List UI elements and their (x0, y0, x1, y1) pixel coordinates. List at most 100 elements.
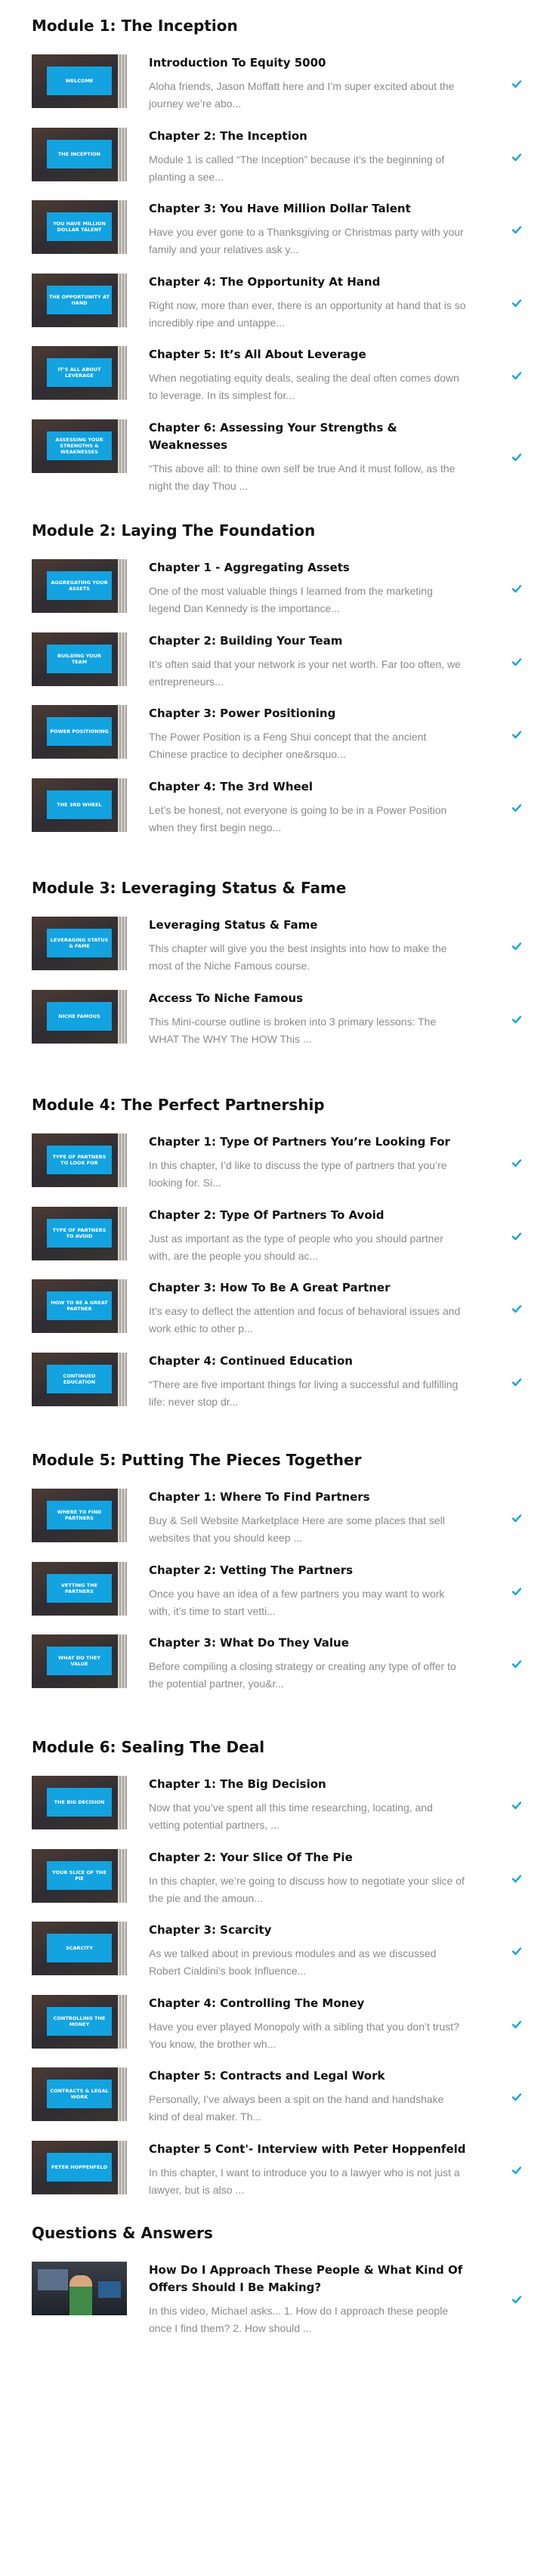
lesson-thumbnail[interactable]: Continued Education (32, 1352, 127, 1406)
lesson-description: Have you ever gone to a Thanksgiving or … (149, 226, 464, 255)
lesson-thumbnail[interactable]: It’s All About Leverage (32, 346, 127, 400)
window-blind (118, 632, 127, 686)
lesson-item[interactable]: How Do I Approach These People & What Ki… (32, 2262, 524, 2334)
check-icon (511, 1586, 522, 1597)
lesson-thumbnail[interactable]: Where To Find Partners (32, 1489, 127, 1542)
thumbnail-title-band: Assessing Your Strengths & Weaknesses (47, 431, 112, 460)
lesson-thumbnail[interactable]: Niche Famous (32, 989, 127, 1044)
lesson-thumbnail[interactable]: Controlling The Money (32, 1994, 127, 2049)
lesson-item[interactable]: Type Of Partners To Look For Chapter 1: T… (32, 1133, 524, 1189)
lesson-title[interactable]: Chapter 5: Contracts and Legal Work (149, 2067, 466, 2085)
thumbnail-title-band: It’s All About Leverage (47, 358, 112, 387)
lesson-item[interactable]: Niche Famous Access To Niche Famous This M… (32, 989, 524, 1045)
lesson-title[interactable]: Chapter 2: The Inception (149, 128, 466, 145)
lesson-item[interactable]: Leveraging Status & Fame Leveraging Statu… (32, 917, 524, 972)
lesson-thumbnail[interactable]: You Have Million Dollar Talent (32, 200, 127, 254)
lesson-thumbnail[interactable]: Power Positioning (32, 705, 127, 759)
lesson-item[interactable]: Assessing Your Strengths & Weaknesses Cha… (32, 419, 524, 492)
thumbnail-title-band: Niche Famous (47, 1001, 112, 1031)
lesson-thumbnail[interactable]: Your Slice Of The Pie (32, 1848, 127, 1903)
module-title: Questions & Answers (32, 2224, 213, 2242)
lesson-item[interactable]: It’s All About Leverage Chapter 5: It’s A… (32, 346, 524, 401)
lesson-item[interactable]: Welcome Introduction To Equity 5000 Aloha … (32, 54, 524, 110)
lesson-title[interactable]: How Do I Approach These People & What Ki… (149, 2262, 466, 2296)
lesson-title[interactable]: Chapter 4: The Opportunity At Hand (149, 274, 466, 291)
lesson-thumbnail[interactable]: Contracts & Legal Work (32, 2067, 127, 2121)
lesson-thumbnail[interactable]: Aggregating Your Assets (32, 559, 127, 613)
lesson-title[interactable]: Chapter 3: What Do They Value (149, 1634, 466, 1652)
lesson-item[interactable]: Your Slice Of The Pie Chapter 2: Your Sli… (32, 1848, 524, 1904)
lesson-title[interactable]: Chapter 3: How To Be A Great Partner (149, 1279, 466, 1297)
lesson-title[interactable]: Chapter 1 - Aggregating Assets (149, 559, 466, 577)
lesson-thumbnail[interactable]: Type Of Partners To Look For (32, 1133, 127, 1187)
lesson-thumbnail[interactable]: Type Of Partners To Avoid (32, 1206, 127, 1260)
lesson-thumbnail[interactable]: The Opportunity At Hand (32, 273, 127, 327)
lesson-title[interactable]: Chapter 2: Building Your Team (149, 632, 466, 650)
lesson-title[interactable]: Chapter 4: Continued Education (149, 1353, 466, 1370)
lesson-item[interactable]: The Opportunity At Hand Chapter 4: The Op… (32, 273, 524, 329)
lesson-item[interactable]: Continued Education Chapter 4: Continued … (32, 1352, 524, 1408)
lesson-title[interactable]: Chapter 1: The Big Decision (149, 1776, 466, 1793)
lesson-item[interactable]: Controlling The Money Chapter 4: Controll… (32, 1994, 524, 2050)
lesson-title[interactable]: Chapter 2: Your Slice Of The Pie (149, 1849, 466, 1866)
lesson-title[interactable]: Chapter 1: Where To Find Partners (149, 1489, 466, 1506)
lesson-thumbnail[interactable]: Building Your Team (32, 632, 127, 686)
thumbnail-title-band: Peter Hoppenfeld (47, 2152, 112, 2182)
thumbnail-title-band: What Do They Value (47, 1647, 112, 1675)
lesson-title[interactable]: Access To Niche Famous (149, 990, 466, 1007)
window-blind (118, 1994, 127, 2049)
lesson-item[interactable]: The 3rd Wheel Chapter 4: The 3rd Wheel Let… (32, 778, 524, 833)
lesson-item[interactable]: Building Your Team Chapter 2: Building Yo… (32, 632, 524, 688)
lesson-title[interactable]: Chapter 3: You Have Million Dollar Talen… (149, 200, 466, 218)
lesson-thumbnail[interactable]: Welcome (32, 54, 127, 108)
window-blind (118, 200, 127, 254)
lesson-title[interactable]: Chapter 5 Cont'- Interview with Peter Ho… (149, 2141, 466, 2158)
thumbnail-title-band: Where To Find Partners (47, 1501, 112, 1529)
check-icon (511, 1231, 522, 1242)
lesson-item[interactable]: Where To Find Partners Chapter 1: Where T… (32, 1489, 524, 1544)
lesson-title[interactable]: Chapter 5: It’s All About Leverage (149, 346, 466, 363)
check-icon (511, 1377, 522, 1387)
lesson-item[interactable]: The Big Decision Chapter 1: The Big Decis… (32, 1776, 524, 1831)
lesson-thumbnail[interactable]: Assessing Your Strengths & Weaknesses (32, 419, 127, 473)
check-icon (511, 802, 522, 813)
module-title: Module 4: The Perfect Partnership (32, 1096, 325, 1114)
lesson-thumbnail[interactable]: What Do They Value (32, 1634, 127, 1688)
lesson-thumbnail[interactable] (32, 2262, 127, 2315)
lesson-title[interactable]: Chapter 3: Scarcity (149, 1922, 466, 1939)
lesson-thumbnail[interactable]: Vetting The Partners (32, 1561, 127, 1616)
lesson-thumbnail[interactable]: Leveraging Status & Fame (32, 917, 127, 970)
lesson-thumbnail[interactable]: How To Be A Great Partner (32, 1279, 127, 1333)
lesson-item[interactable]: The Inception Chapter 2: The Inception Mod… (32, 127, 524, 183)
window-blind (118, 1776, 127, 1829)
lesson-item[interactable]: Aggregating Your Assets Chapter 1 - Aggre… (32, 559, 524, 614)
window-blind (118, 273, 127, 327)
lesson-item[interactable]: What Do They Value Chapter 3: What Do The… (32, 1634, 524, 1690)
lesson-item[interactable]: Vetting The Partners Chapter 2: Vetting T… (32, 1561, 524, 1617)
thumbnail-title-band: The Opportunity At Hand (47, 285, 112, 314)
lesson-title[interactable]: Chapter 2: Type Of Partners To Avoid (149, 1207, 466, 1224)
lesson-description: Now that you’ve spent all this time rese… (149, 1801, 433, 1831)
lesson-thumbnail[interactable]: Peter Hoppenfeld (32, 2140, 127, 2194)
lesson-item[interactable]: Type Of Partners To Avoid Chapter 2: Type… (32, 1206, 524, 1262)
lesson-title[interactable]: Chapter 3: Power Positioning (149, 705, 466, 722)
lesson-item[interactable]: Power Positioning Chapter 3: Power Positi… (32, 705, 524, 760)
thumbnail-title-band: Scarcity (47, 1934, 112, 1962)
lesson-item[interactable]: Peter Hoppenfeld Chapter 5 Cont'- Intervi… (32, 2140, 524, 2196)
lesson-title[interactable]: Chapter 6: Assessing Your Strengths & We… (149, 419, 466, 454)
lesson-title[interactable]: Leveraging Status & Fame (149, 917, 466, 934)
lesson-thumbnail[interactable]: Scarcity (32, 1922, 127, 1975)
lesson-item[interactable]: Scarcity Chapter 3: Scarcity As we talked … (32, 1922, 524, 1977)
lesson-title[interactable]: Chapter 1: Type Of Partners You’re Looki… (149, 1133, 466, 1151)
lesson-title[interactable]: Chapter 2: Vetting The Partners (149, 1562, 466, 1579)
lesson-thumbnail[interactable]: The Big Decision (32, 1776, 127, 1829)
lesson-item[interactable]: You Have Million Dollar Talent Chapter 3:… (32, 200, 524, 255)
lesson-title[interactable]: Chapter 4: The 3rd Wheel (149, 778, 466, 796)
lesson-item[interactable]: Contracts & Legal Work Chapter 5: Contrac… (32, 2067, 524, 2123)
lesson-item[interactable]: How To Be A Great Partner Chapter 3: How … (32, 1279, 524, 1334)
lesson-title[interactable]: Chapter 4: Controlling The Money (149, 1995, 466, 2012)
lesson-description: When negotiating equity deals, sealing t… (149, 372, 459, 401)
lesson-title[interactable]: Introduction To Equity 5000 (149, 54, 466, 72)
lesson-thumbnail[interactable]: The 3rd Wheel (32, 778, 127, 832)
lesson-thumbnail[interactable]: The Inception (32, 127, 127, 181)
